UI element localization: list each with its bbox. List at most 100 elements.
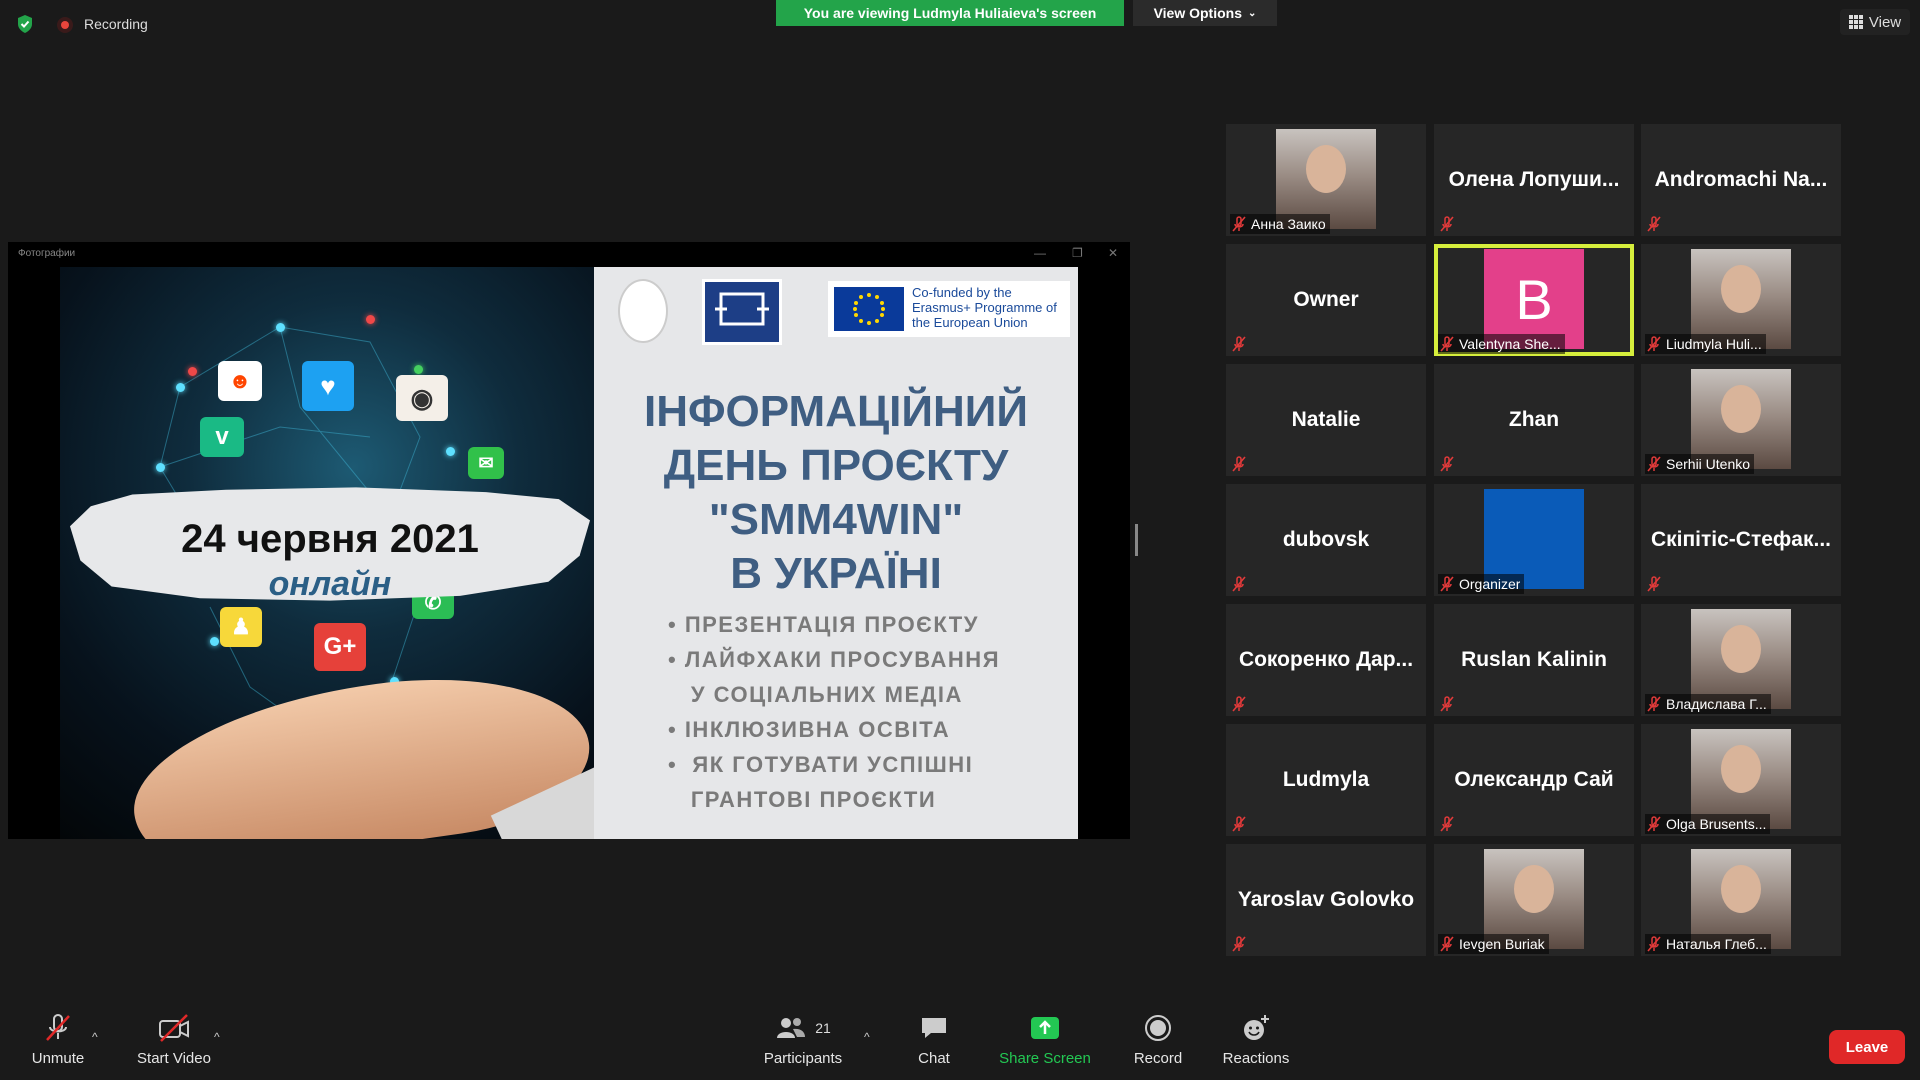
mic-muted-icon [1647,816,1661,832]
wechat-icon: ✉ [468,447,504,479]
record-button[interactable]: Record [1126,1010,1190,1067]
participant-tile[interactable]: Zhan [1434,364,1634,476]
participant-mute-indicator [1438,214,1458,234]
view-button[interactable]: View [1840,9,1910,35]
participant-tile[interactable]: Ievgen Buriak [1434,844,1634,956]
security-shield-icon[interactable] [16,14,34,34]
participants-label: Participants [763,1050,843,1067]
mic-muted-icon [1232,456,1246,472]
participant-tile[interactable]: Yaroslav Golovko [1226,844,1426,956]
event-date: 24 червня 2021 [181,517,479,561]
meeting-toolbar: Unmute ^ Start Video ^ 21 Participants ^… [0,1010,1920,1080]
participant-name: Анна Заико [1251,216,1326,232]
share-screen-label: Share Screen [999,1050,1091,1067]
participants-icon [777,1018,806,1038]
mic-muted-icon [1232,936,1246,952]
reddit-icon: ☻ [218,361,262,401]
participant-mute-indicator [1645,574,1665,594]
chat-icon [919,1010,949,1046]
participant-label: Анна Заико [1230,214,1330,234]
mic-muted-icon [1440,936,1454,952]
participant-tile[interactable]: Serhii Utenko [1641,364,1841,476]
participant-tile[interactable]: Олександр Сай [1434,724,1634,836]
participant-name: Владислава Г... [1666,696,1767,712]
participants-options-caret-icon[interactable]: ^ [864,1030,870,1044]
network-node [276,323,285,332]
participant-tile[interactable]: Olga Brusents... [1641,724,1841,836]
slide-bullet: ГРАНТОВІ ПРОЄКТИ [668,787,937,812]
slide-bullet: • ЯК ГОТУВАТИ УСПІШНІ [668,752,974,777]
network-node [188,367,197,376]
participant-tile[interactable]: Andromachi Na... [1641,124,1841,236]
participant-tile[interactable]: Organizer [1434,484,1634,596]
participants-button[interactable]: 21 Participants [760,1010,846,1067]
participant-name: Organizer [1459,576,1521,592]
participant-name-display: Олена Лопуши... [1448,168,1620,191]
network-node [366,315,375,324]
participant-mute-indicator [1230,334,1250,354]
participant-name-display: Ruslan Kalinin [1461,648,1607,671]
participant-tile[interactable]: Ludmyla [1226,724,1426,836]
participant-mute-indicator [1230,814,1250,834]
mic-muted-icon [1647,936,1661,952]
network-node [414,365,423,374]
audio-options-caret-icon[interactable]: ^ [92,1030,98,1044]
participant-label: Valentyna She... [1438,334,1565,354]
mic-muted-icon [1647,336,1661,352]
participant-label: Serhii Utenko [1645,454,1755,474]
chat-button[interactable]: Chat [906,1010,962,1067]
smiley-plus-icon [1241,1010,1271,1046]
participant-tile[interactable]: Liudmyla Huli... [1641,244,1841,356]
mic-muted-icon [1647,216,1661,232]
reactions-button[interactable]: Reactions [1220,1010,1292,1067]
recording-label: Recording [84,16,148,32]
participant-tile[interactable]: Олена Лопуши... [1434,124,1634,236]
leave-button[interactable]: Leave [1829,1030,1905,1064]
participant-tile[interactable]: Ruslan Kalinin [1434,604,1634,716]
eu-cofunded-logo: Co-funded by the Erasmus+ Programme of t… [828,281,1070,337]
event-format: онлайн [268,565,392,603]
video-options-caret-icon[interactable]: ^ [214,1030,220,1044]
share-screen-button[interactable]: Share Screen [996,1010,1094,1067]
participant-name: Ievgen Buriak [1459,936,1545,952]
participant-name: Наталья Глеб... [1666,936,1767,952]
mic-muted-icon [1647,696,1661,712]
network-node [446,447,455,456]
view-options-label: View Options [1153,5,1243,21]
participant-name: Olga Brusents... [1666,816,1767,832]
recording-icon[interactable] [57,17,73,33]
network-node [210,637,219,646]
participant-label: Olga Brusents... [1645,814,1771,834]
participant-tile[interactable]: Natalie [1226,364,1426,476]
share-screen-icon [1029,1010,1061,1046]
window-title: Фотографии [18,248,76,259]
participant-tile[interactable]: Скіпітіс-Стефак... [1641,484,1841,596]
participant-tile[interactable]: B Valentyna She... [1434,244,1634,356]
slide-bullet: У СОЦІАЛЬНИХ МЕДІА [668,682,963,707]
participant-mute-indicator [1230,934,1250,954]
mic-muted-icon [1232,816,1246,832]
unmute-button[interactable]: Unmute [22,1010,94,1067]
view-options-button[interactable]: View Options ⌄ [1133,0,1277,26]
participant-tile[interactable]: Анна Заико [1226,124,1426,236]
reactions-label: Reactions [1222,1050,1290,1067]
snapchat-icon: ♟ [220,607,262,647]
participant-tile[interactable]: Owner [1226,244,1426,356]
participant-name-display: Сокоренко Дар... [1238,648,1414,671]
participant-mute-indicator [1438,814,1458,834]
participant-tile[interactable]: Владислава Г... [1641,604,1841,716]
participant-name-display: Natalie [1291,408,1361,431]
splitter-handle[interactable] [1135,524,1138,556]
instagram-icon: ◉ [396,375,448,421]
participant-label: Organizer [1438,574,1525,594]
slide-title-line: ДЕНЬ ПРОЄКТУ [663,441,1009,490]
mic-muted-icon [1232,576,1246,592]
participant-mute-indicator [1230,454,1250,474]
video-off-icon [157,1010,191,1046]
participant-tile[interactable]: Сокоренко Дар... [1226,604,1426,716]
participant-mute-indicator [1230,574,1250,594]
participant-label: Владислава Г... [1645,694,1771,714]
participant-tile[interactable]: dubovsk [1226,484,1426,596]
participant-tile[interactable]: Наталья Глеб... [1641,844,1841,956]
start-video-button[interactable]: Start Video [132,1010,216,1067]
